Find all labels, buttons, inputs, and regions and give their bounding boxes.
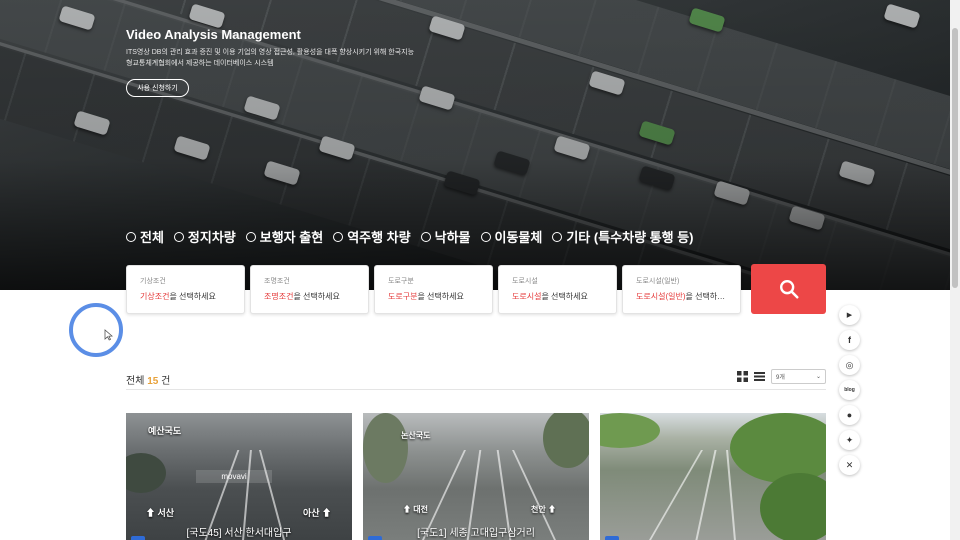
radio-etc[interactable]: 기타 (특수차량 통행 등): [552, 227, 693, 246]
radio-circle-icon: [173, 231, 184, 242]
filter-value: 기상조건을 선택하세요: [140, 292, 216, 301]
hd-badge: [131, 536, 145, 540]
card-caption: [국도1] 세종 고대입구삼거리: [417, 528, 535, 539]
view-toggle: [737, 371, 765, 382]
scrollbar-thumb[interactable]: [952, 28, 958, 288]
filter-road-type[interactable]: 도로구분 도로구분을 선택하세요: [374, 265, 493, 314]
divider: [126, 389, 826, 390]
radio-wrong-way[interactable]: 역주행 차량: [333, 227, 411, 246]
radio-circle-icon: [126, 231, 136, 242]
facebook-icon[interactable]: f: [839, 330, 860, 350]
hero-banner: Video Analysis Management ITS영상 DB의 관리 효…: [0, 0, 950, 290]
grid-view-icon[interactable]: [737, 371, 748, 382]
radio-circle-icon: [552, 231, 563, 242]
social-links: ▶ f ◎ blog ● ✦ ✕: [839, 305, 860, 475]
video-thumbnail: [600, 413, 826, 540]
blog-icon[interactable]: blog: [839, 380, 860, 400]
hd-badge: [368, 536, 382, 540]
card-direction-left: ⬆ 대전: [403, 505, 428, 514]
card-region: 논산국도: [401, 431, 431, 440]
radio-moving-object[interactable]: 이동물체: [480, 227, 542, 246]
filter-value: 도로시설을 선택하세요: [512, 292, 588, 301]
instagram-icon[interactable]: ◎: [839, 355, 860, 375]
radio-circle-icon: [333, 231, 344, 242]
card-direction-right: 천안 ⬆: [531, 505, 556, 514]
card-watermark: movavi: [196, 470, 272, 483]
category-radio-group: 전체 정지차량 보행자 출현 역주행 차량 낙하물 이동물체 기타 (특수차량 …: [126, 227, 703, 246]
youtube-icon[interactable]: ▶: [839, 305, 860, 325]
search-icon: [779, 280, 799, 299]
radio-stopped-vehicle[interactable]: 정지차량: [173, 227, 236, 246]
radio-circle-icon: [420, 231, 431, 242]
result-count: 전체 15 건: [126, 376, 171, 387]
close-icon[interactable]: ✕: [839, 455, 860, 475]
search-button[interactable]: [751, 264, 826, 314]
cursor-highlight: [69, 303, 123, 357]
filter-lighting[interactable]: 조명조건 조명조건을 선택하세요: [250, 265, 369, 314]
video-card[interactable]: 예산국도 movavi ⬆ 서산 아산 ⬆ [국도45] 서산 한서대입구: [126, 413, 352, 540]
card-direction-right: 아산 ⬆: [303, 508, 332, 518]
twitter-icon[interactable]: ✦: [839, 430, 860, 450]
filter-road-facility[interactable]: 도로시설 도로시설을 선택하세요: [498, 265, 617, 314]
page: Video Analysis Management ITS영상 DB의 관리 효…: [0, 0, 960, 540]
radio-falling-object[interactable]: 낙하물: [420, 227, 471, 246]
apply-button[interactable]: 사용 신청하기: [126, 79, 189, 97]
cursor-arrow-icon: [104, 329, 113, 341]
radio-all[interactable]: 전체: [126, 227, 164, 246]
video-thumbnail: [363, 413, 589, 540]
video-card-list: 예산국도 movavi ⬆ 서산 아산 ⬆ [국도45] 서산 한서대입구 논산…: [126, 413, 826, 540]
video-card[interactable]: 논산국도 ⬆ 대전 천안 ⬆ [국도1] 세종 고대입구삼거리: [363, 413, 589, 540]
hero-description: ITS영상 DB의 관리 효과 증진 및 이용 기업의 영상 접근성, 활용성을…: [126, 49, 415, 67]
hd-badge: [605, 536, 619, 540]
filter-label: 기상조건: [140, 278, 166, 285]
card-direction-left: ⬆ 서산: [146, 508, 175, 518]
per-page-select[interactable]: 9개 ⌄: [771, 369, 826, 384]
filter-label: 조명조건: [264, 278, 290, 285]
chat-icon[interactable]: ●: [839, 405, 860, 425]
filter-value: 도로시설(일반)을 선택하세요: [636, 292, 727, 301]
filter-label: 도로시설: [512, 278, 538, 285]
filter-road-facility-general[interactable]: 도로시설(일반) 도로시설(일반)을 선택하세요: [622, 265, 741, 314]
hero-title: Video Analysis Management: [126, 27, 301, 42]
filter-bar: 기상조건 기상조건을 선택하세요 조명조건 조명조건을 선택하세요 도로구분 도…: [126, 265, 741, 314]
filter-label: 도로시설(일반): [636, 278, 680, 285]
video-card[interactable]: [600, 413, 826, 540]
radio-pedestrian[interactable]: 보행자 출현: [245, 227, 323, 246]
filter-weather[interactable]: 기상조건 기상조건을 선택하세요: [126, 265, 245, 314]
result-count-number: 15: [147, 376, 159, 387]
radio-circle-icon: [480, 231, 491, 242]
filter-value: 도로구분을 선택하세요: [388, 292, 464, 301]
scrollbar[interactable]: [950, 0, 960, 540]
card-caption: [국도45] 서산 한서대입구: [186, 528, 292, 539]
filter-value: 조명조건을 선택하세요: [264, 292, 340, 301]
radio-circle-icon: [245, 231, 256, 242]
chevron-down-icon: ⌄: [815, 374, 821, 380]
filter-label: 도로구분: [388, 278, 414, 285]
card-region: 예산국도: [148, 426, 182, 436]
list-view-icon[interactable]: [754, 371, 765, 382]
